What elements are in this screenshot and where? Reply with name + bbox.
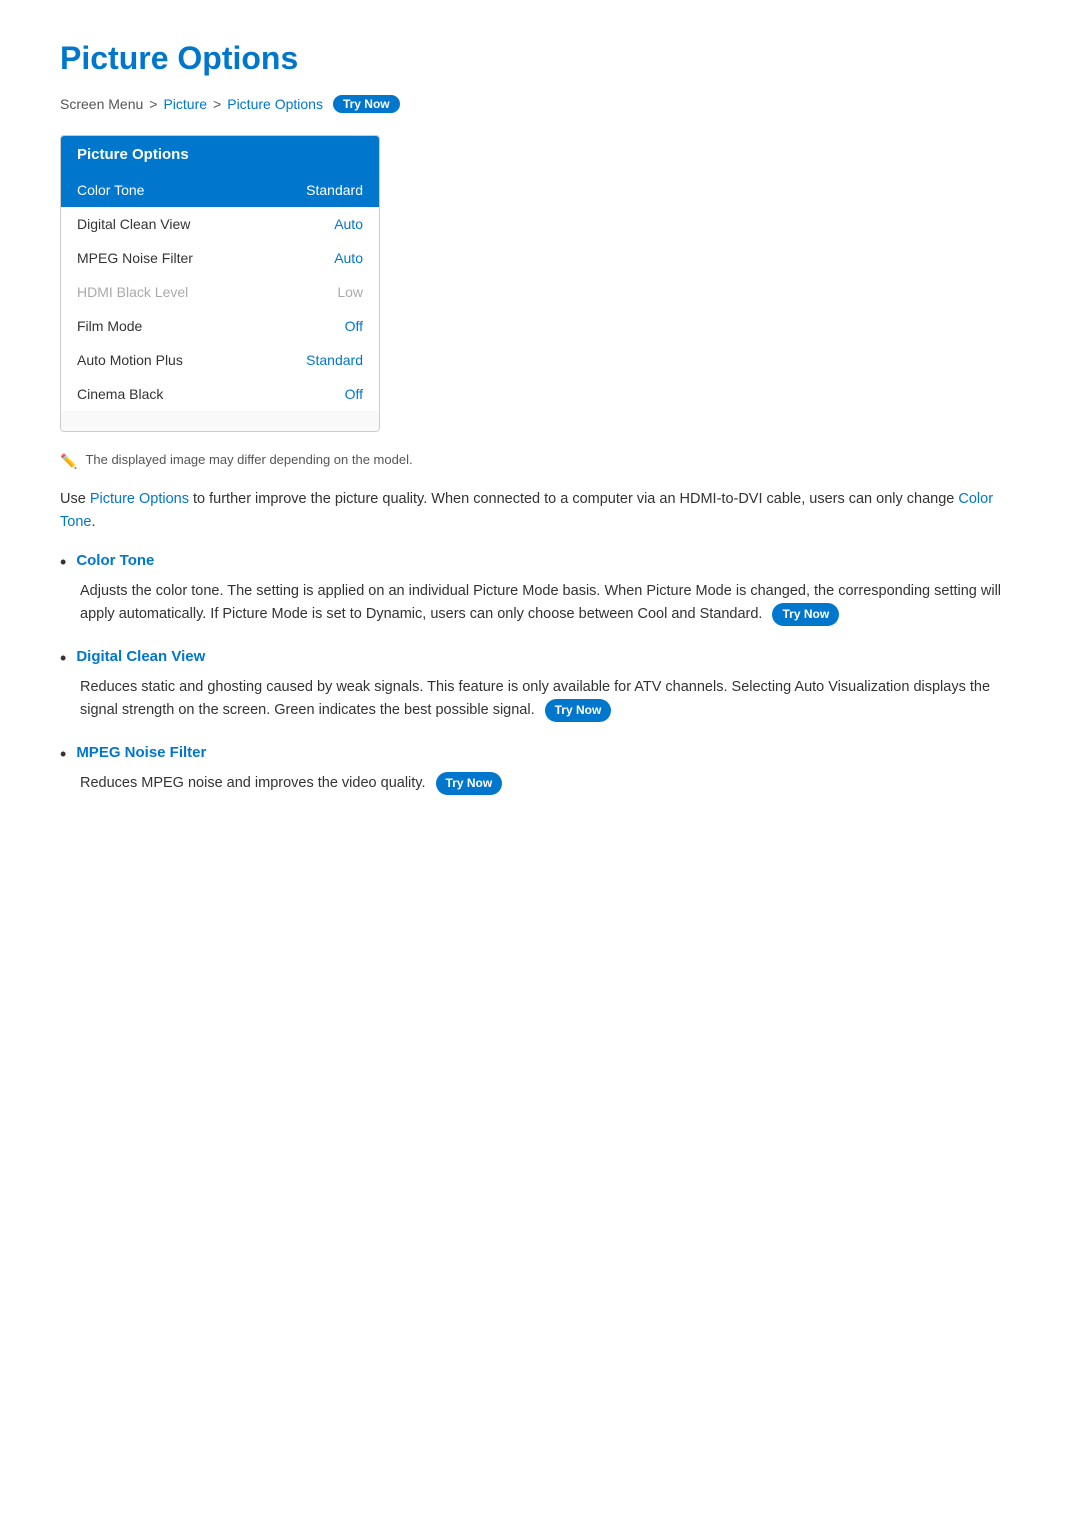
link-picture-mode-1[interactable]: Picture Mode (473, 583, 558, 599)
menu-row-digital-clean-view[interactable]: Digital Clean View Auto (61, 207, 379, 241)
menu-row-cinema-black[interactable]: Cinema Black Off (61, 377, 379, 411)
note-text: The displayed image may differ depending… (85, 452, 412, 467)
menu-label-mpeg-noise-filter: MPEG Noise Filter (77, 250, 193, 266)
link-picture-mode-2[interactable]: Picture Mode (646, 583, 731, 599)
page-title: Picture Options (60, 40, 1020, 77)
menu-footer (61, 411, 379, 431)
bullet-item-digital-clean-view: • Digital Clean View (60, 648, 1020, 670)
breadcrumb-screen-menu: Screen Menu (60, 96, 143, 112)
intro-paragraph: Use Picture Options to further improve t… (60, 488, 1020, 534)
bullet-desc-color-tone: Adjusts the color tone. The setting is a… (80, 580, 1020, 626)
breadcrumb-try-now-badge[interactable]: Try Now (333, 95, 400, 113)
bullet-dot-digital-clean-view: • (60, 648, 66, 670)
menu-box-title: Picture Options (61, 136, 379, 173)
breadcrumb-picture[interactable]: Picture (163, 96, 207, 112)
menu-row-auto-motion-plus[interactable]: Auto Motion Plus Standard (61, 343, 379, 377)
digital-clean-view-try-now-badge[interactable]: Try Now (545, 699, 612, 722)
bullet-section-color-tone: • Color Tone Adjusts the color tone. The… (60, 552, 1020, 626)
bullet-desc-mpeg-noise-filter: Reduces MPEG noise and improves the vide… (80, 772, 1020, 795)
bullet-section-digital-clean-view: • Digital Clean View Reduces static and … (60, 648, 1020, 722)
picture-options-menu: Picture Options Color Tone Standard Digi… (60, 135, 380, 432)
menu-row-color-tone[interactable]: Color Tone Standard (61, 173, 379, 207)
menu-label-cinema-black: Cinema Black (77, 386, 163, 402)
link-cool[interactable]: Cool (637, 606, 667, 622)
menu-row-film-mode[interactable]: Film Mode Off (61, 309, 379, 343)
breadcrumb-picture-options[interactable]: Picture Options (227, 96, 323, 112)
color-tone-try-now-badge[interactable]: Try Now (772, 603, 839, 626)
bullet-section-mpeg-noise-filter: • MPEG Noise Filter Reduces MPEG noise a… (60, 744, 1020, 795)
link-dynamic[interactable]: Dynamic (366, 606, 422, 622)
menu-label-film-mode: Film Mode (77, 318, 142, 334)
breadcrumb: Screen Menu > Picture > Picture Options … (60, 95, 1020, 113)
bullet-heading-mpeg-noise-filter[interactable]: MPEG Noise Filter (76, 744, 206, 761)
menu-value-cinema-black: Off (345, 386, 363, 402)
breadcrumb-separator-1: > (149, 96, 157, 112)
menu-value-hdmi-black-level: Low (337, 284, 363, 300)
bullet-heading-color-tone[interactable]: Color Tone (76, 552, 154, 569)
menu-value-color-tone: Standard (306, 182, 363, 198)
bullet-item-mpeg-noise-filter: • MPEG Noise Filter (60, 744, 1020, 766)
menu-value-film-mode: Off (345, 318, 363, 334)
bullet-desc-digital-clean-view: Reduces static and ghosting caused by we… (80, 676, 1020, 722)
menu-value-mpeg-noise-filter: Auto (334, 250, 363, 266)
intro-link-color-tone[interactable]: Color Tone (60, 491, 993, 530)
link-picture-mode-3[interactable]: Picture Mode (222, 606, 307, 622)
menu-label-digital-clean-view: Digital Clean View (77, 216, 190, 232)
link-auto-visualization[interactable]: Auto Visualization (794, 679, 909, 695)
menu-label-color-tone: Color Tone (77, 182, 144, 198)
menu-row-hdmi-black-level: HDMI Black Level Low (61, 275, 379, 309)
menu-value-digital-clean-view: Auto (334, 216, 363, 232)
link-standard[interactable]: Standard (700, 606, 759, 622)
breadcrumb-separator-2: > (213, 96, 221, 112)
menu-label-hdmi-black-level: HDMI Black Level (77, 284, 188, 300)
bullet-heading-digital-clean-view[interactable]: Digital Clean View (76, 648, 205, 665)
note-line: ✏️ The displayed image may differ depend… (60, 452, 1020, 470)
mpeg-noise-filter-try-now-badge[interactable]: Try Now (436, 772, 503, 795)
bullet-item-color-tone: • Color Tone (60, 552, 1020, 574)
intro-link-picture-options[interactable]: Picture Options (90, 491, 189, 507)
menu-value-auto-motion-plus: Standard (306, 352, 363, 368)
menu-label-auto-motion-plus: Auto Motion Plus (77, 352, 183, 368)
bullet-dot-mpeg-noise-filter: • (60, 744, 66, 766)
bullet-dot-color-tone: • (60, 552, 66, 574)
menu-row-mpeg-noise-filter[interactable]: MPEG Noise Filter Auto (61, 241, 379, 275)
pencil-icon: ✏️ (60, 453, 77, 470)
